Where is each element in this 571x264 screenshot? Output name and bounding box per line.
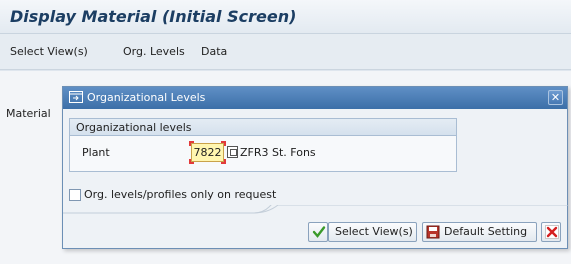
group-title: Organizational levels bbox=[76, 121, 192, 134]
org-levels-group: Organizational levels Plant 7822 ZFR3 St… bbox=[69, 118, 457, 172]
material-label: Material bbox=[6, 107, 51, 120]
org-levels-on-request-checkbox[interactable] bbox=[69, 189, 81, 201]
org-levels-dialog: Organizational Levels ✕ Organizational l… bbox=[62, 86, 569, 249]
menu-select-views[interactable]: Select View(s) bbox=[10, 45, 88, 58]
dialog-header[interactable]: Organizational Levels ✕ bbox=[63, 87, 567, 109]
menu-org-levels[interactable]: Org. Levels bbox=[123, 45, 185, 58]
group-header: Organizational levels bbox=[70, 119, 456, 136]
default-setting-label: Default Setting bbox=[444, 225, 528, 238]
cancel-button[interactable] bbox=[541, 222, 561, 242]
select-views-button[interactable]: Select View(s) bbox=[328, 222, 417, 242]
save-icon bbox=[426, 225, 440, 239]
required-marker bbox=[221, 159, 226, 164]
required-marker bbox=[221, 141, 226, 146]
continue-button[interactable] bbox=[308, 222, 328, 242]
title-bar: Display Material (Initial Screen) bbox=[0, 0, 571, 34]
plant-input[interactable]: 7822 bbox=[191, 143, 224, 162]
dialog-title: Organizational Levels bbox=[87, 91, 206, 104]
dialog-window-icon bbox=[69, 91, 83, 103]
menu-bar: Select View(s) Org. Levels Data bbox=[0, 34, 571, 70]
value-help-icon[interactable] bbox=[227, 146, 238, 158]
cancel-icon bbox=[545, 225, 559, 239]
menu-data[interactable]: Data bbox=[201, 45, 227, 58]
default-setting-button[interactable]: Default Setting bbox=[422, 222, 537, 242]
checkbox-label: Org. levels/profiles only on request bbox=[84, 188, 277, 201]
required-marker bbox=[189, 159, 194, 164]
select-views-label: Select View(s) bbox=[335, 225, 413, 238]
close-icon[interactable]: ✕ bbox=[548, 90, 563, 105]
plant-description: ZFR3 St. Fons bbox=[240, 146, 316, 159]
plant-label: Plant bbox=[82, 146, 110, 159]
check-icon bbox=[312, 226, 326, 238]
page-title: Display Material (Initial Screen) bbox=[10, 7, 297, 26]
required-marker bbox=[189, 141, 194, 146]
